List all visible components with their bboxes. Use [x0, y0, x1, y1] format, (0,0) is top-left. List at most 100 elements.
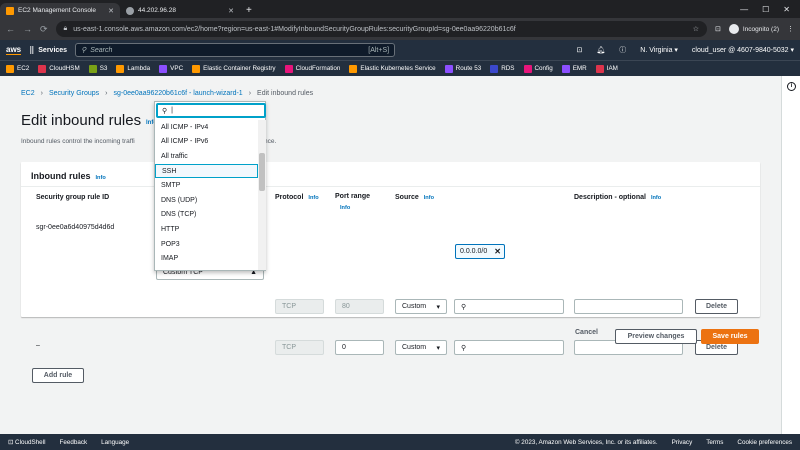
- protocol-info-link[interactable]: Info: [308, 195, 318, 201]
- col-rule-id: Security group rule ID: [36, 194, 110, 201]
- preview-changes-button[interactable]: Preview changes: [615, 329, 697, 344]
- rule-id-text: sgr-0ee0a6d40975d4d6d: [36, 224, 115, 231]
- favorite-s3[interactable]: S3: [88, 64, 107, 73]
- favorite-emr[interactable]: EMR: [561, 64, 587, 73]
- dropdown-option[interactable]: IMAP: [155, 251, 258, 266]
- service-icon: [444, 64, 453, 73]
- favorite-cloudhsm[interactable]: CloudHSM: [38, 64, 80, 73]
- language-link[interactable]: Language: [101, 439, 129, 446]
- source-select[interactable]: Custom ▾: [395, 299, 447, 314]
- panel-info-link[interactable]: Info: [96, 175, 106, 181]
- terms-link[interactable]: Terms: [706, 439, 723, 446]
- favorite-label: IAM: [606, 65, 618, 72]
- new-tab-icon[interactable]: +: [246, 5, 252, 16]
- dropdown-option[interactable]: All ICMP - IPv4: [155, 120, 258, 135]
- browser-menu-icon[interactable]: ⋮: [787, 25, 794, 33]
- cloudshell-icon[interactable]: ⊡: [577, 46, 583, 54]
- favorite-config[interactable]: Config: [523, 64, 553, 73]
- window-controls: — ☐ ✕: [730, 5, 800, 18]
- feedback-link[interactable]: Feedback: [60, 439, 88, 446]
- aws-logo[interactable]: aws: [6, 45, 22, 55]
- minimize-icon[interactable]: —: [740, 5, 748, 14]
- cidr-value: 0.0.0.0/0: [460, 248, 488, 255]
- service-icon: [88, 64, 97, 73]
- back-icon[interactable]: ←: [6, 24, 15, 34]
- description-input[interactable]: [574, 299, 683, 314]
- services-menu[interactable]: ⣿ Services: [29, 46, 67, 55]
- url-field[interactable]: 🔒︎ us-east-1.console.aws.amazon.com/ec2/…: [55, 21, 707, 37]
- browser-tab-bar: EC2 Management Console ✕ 44.202.96.28 ✕ …: [0, 0, 800, 18]
- dropdown-option[interactable]: SSH: [155, 163, 258, 179]
- cloudshell-label: CloudShell: [15, 438, 46, 446]
- help-icon[interactable]: ⓘ: [619, 45, 626, 55]
- forward-icon[interactable]: →: [23, 24, 32, 34]
- close-window-icon[interactable]: ✕: [783, 5, 790, 14]
- browser-tab-ec2[interactable]: EC2 Management Console ✕: [0, 3, 120, 18]
- caret-down-icon: ▾: [436, 344, 440, 352]
- dropdown-option[interactable]: POP3: [155, 237, 258, 252]
- port-info-link[interactable]: Info: [340, 205, 350, 211]
- favorite-label: VPC: [170, 65, 184, 72]
- close-tab-icon[interactable]: ✕: [108, 7, 114, 15]
- service-icon: [284, 64, 293, 73]
- favorite-label: CloudHSM: [49, 65, 80, 72]
- col-description-text: Description - optional: [574, 194, 646, 201]
- reload-icon[interactable]: ⟳: [40, 24, 48, 35]
- favorite-iam[interactable]: IAM: [595, 64, 618, 73]
- type-dropdown: ⚲ | All ICMP - IPv4 All ICMP - IPv6 All tr…: [154, 101, 266, 271]
- favorite-lambda[interactable]: Lambda: [116, 64, 150, 73]
- panel-title: Inbound rules Info: [31, 171, 106, 181]
- dropdown-option[interactable]: All ICMP - IPv6: [155, 135, 258, 150]
- divider: [21, 186, 760, 187]
- account-menu[interactable]: cloud_user @ 4607-9840-5032 ▾: [692, 46, 794, 54]
- favorite-route-53[interactable]: Route 53: [444, 64, 481, 73]
- delete-button[interactable]: Delete: [695, 299, 738, 314]
- source-value: Custom: [402, 303, 427, 310]
- cidr-search-input[interactable]: ⚲: [454, 299, 564, 314]
- cookie-preferences-link[interactable]: Cookie preferences: [737, 439, 792, 446]
- dropdown-option[interactable]: All traffic: [155, 149, 258, 164]
- aws-search-input[interactable]: ⚲ Search [Alt+S]: [75, 43, 396, 57]
- dropdown-option[interactable]: DNS (TCP): [155, 208, 258, 223]
- col-port-text: Port range: [335, 193, 371, 200]
- favorite-cloudformation[interactable]: CloudFormation: [284, 64, 340, 73]
- page-title: Edit inbound rules: [21, 112, 142, 129]
- cancel-button[interactable]: Cancel: [575, 329, 598, 336]
- bell-icon[interactable]: 🔔︎: [596, 46, 605, 54]
- dropdown-search-input[interactable]: ⚲ |: [156, 103, 266, 118]
- info-icon[interactable]: i: [787, 82, 796, 91]
- cidr-search-input[interactable]: ⚲: [454, 340, 564, 355]
- favorite-rds[interactable]: RDS: [490, 64, 515, 73]
- remove-token-icon[interactable]: ✕: [494, 247, 501, 256]
- source-select[interactable]: Custom ▾: [395, 340, 447, 355]
- dropdown-option[interactable]: DNS (UDP): [155, 193, 258, 208]
- breadcrumb-ec2[interactable]: EC2: [21, 90, 35, 97]
- privacy-link[interactable]: Privacy: [672, 439, 693, 446]
- breadcrumb-security-group[interactable]: sg-0ee0aa96220b61c6f - launch-wizard-1: [114, 90, 243, 97]
- incognito-badge[interactable]: Incognito (2): [728, 24, 779, 34]
- maximize-icon[interactable]: ☐: [762, 5, 769, 14]
- add-rule-button[interactable]: Add rule: [32, 368, 84, 383]
- dropdown-option[interactable]: SMTP: [155, 178, 258, 193]
- region-selector[interactable]: N. Virginia ▾: [640, 46, 678, 54]
- grid-icon: ⣿: [29, 47, 35, 54]
- chevron-right-icon: ›: [105, 90, 108, 97]
- cloudshell-link[interactable]: ⊡ CloudShell: [8, 439, 46, 446]
- description-info-link[interactable]: Info: [651, 195, 661, 201]
- scrollbar-thumb[interactable]: [259, 153, 265, 191]
- dropdown-scrollbar[interactable]: [258, 120, 266, 270]
- star-icon[interactable]: ☆: [693, 25, 699, 33]
- inbound-rules-panel: Inbound rules Info Security group rule ID…: [21, 162, 760, 383]
- favorite-elastic-kubernetes-service[interactable]: Elastic Kubernetes Service: [349, 64, 436, 73]
- dropdown-option[interactable]: HTTP: [155, 222, 258, 237]
- breadcrumb-security-groups[interactable]: Security Groups: [49, 90, 99, 97]
- extensions-icon[interactable]: ⊡: [715, 25, 721, 33]
- save-rules-button[interactable]: Save rules: [701, 329, 759, 344]
- source-info-link[interactable]: Info: [424, 195, 434, 201]
- port-range-input[interactable]: 0: [335, 340, 384, 355]
- favorite-vpc[interactable]: VPC: [159, 64, 184, 73]
- browser-tab-ip[interactable]: 44.202.96.28 ✕: [120, 3, 240, 18]
- favorite-ec2[interactable]: EC2: [6, 64, 29, 73]
- favorite-elastic-container-registry[interactable]: Elastic Container Registry: [192, 64, 276, 73]
- close-tab-icon[interactable]: ✕: [228, 7, 234, 15]
